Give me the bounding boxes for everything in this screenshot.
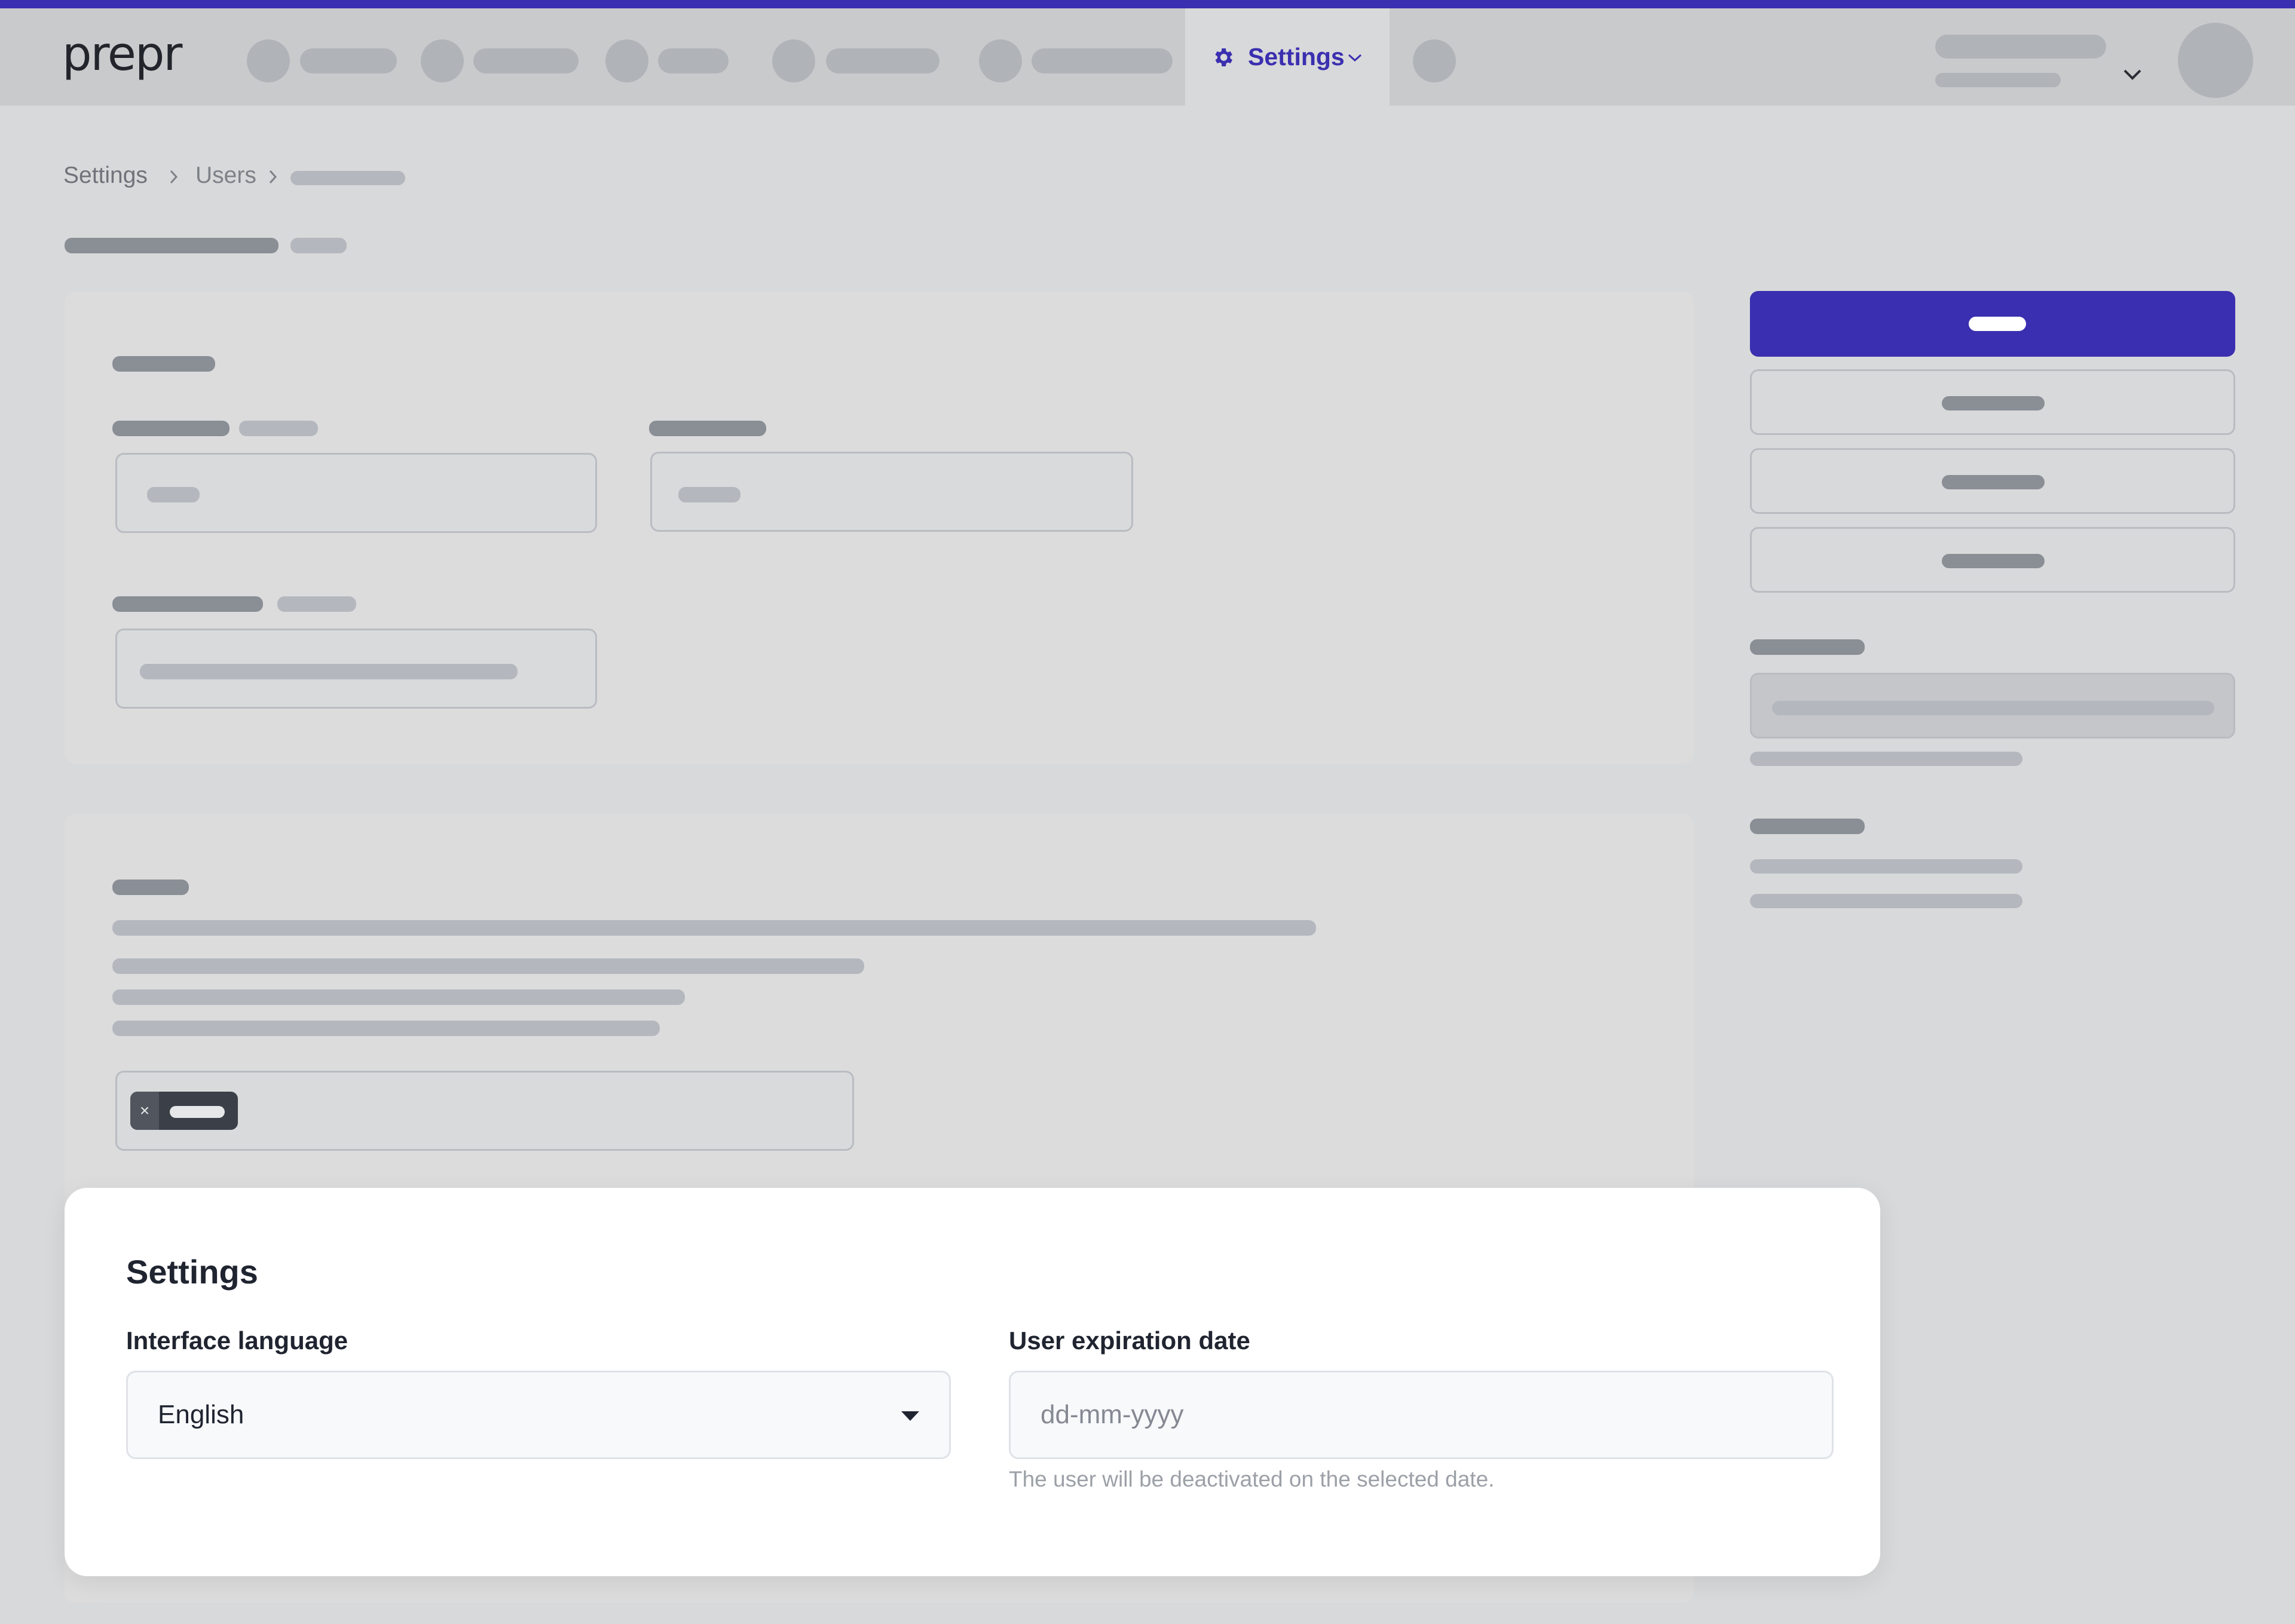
sidebar-info-line-placeholder <box>1750 859 2022 874</box>
chevron-down-icon <box>1348 54 1362 62</box>
sidebar-section-heading-placeholder <box>1750 639 1865 655</box>
user-expiration-date-input[interactable] <box>1011 1372 1832 1457</box>
nav-item-label-placeholder <box>826 48 940 73</box>
description-line-placeholder <box>112 920 1316 936</box>
breadcrumb-item-users[interactable]: Users <box>195 163 256 189</box>
nav-tab-settings-label: Settings <box>1248 43 1345 71</box>
user-name-placeholder <box>1935 35 2106 59</box>
interface-language-select[interactable]: English <box>126 1371 951 1459</box>
sidebar-hint-placeholder <box>1750 752 2022 766</box>
remove-tag-icon[interactable]: × <box>130 1092 159 1130</box>
button-label-placeholder <box>1942 396 2045 410</box>
settings-modal: Settings Interface language English User… <box>65 1188 1880 1576</box>
avatar[interactable] <box>2178 23 2253 98</box>
nav-item-label-placeholder <box>300 48 397 73</box>
chevron-right-icon <box>269 170 277 184</box>
card-heading-placeholder <box>112 880 189 895</box>
card-heading-placeholder <box>112 356 215 372</box>
page-subtitle-placeholder <box>290 238 347 253</box>
secondary-action-button[interactable] <box>1750 369 2235 435</box>
button-label-placeholder <box>1969 317 2026 331</box>
role-tag: × <box>130 1092 238 1130</box>
gear-icon <box>1215 48 1232 66</box>
role-tag-label-placeholder <box>170 1106 225 1118</box>
caret-down-icon <box>901 1411 919 1421</box>
description-line-placeholder <box>112 958 864 974</box>
field-value-placeholder <box>678 487 740 502</box>
nav-item-icon <box>772 39 815 82</box>
chevron-down-icon[interactable] <box>2122 67 2143 82</box>
nav-item-label-placeholder <box>658 48 729 73</box>
save-button[interactable] <box>1750 291 2235 357</box>
interface-language-label: Interface language <box>126 1326 348 1355</box>
nav-item-icon <box>979 39 1022 82</box>
field-label-placeholder <box>112 596 263 612</box>
user-expiration-date-field[interactable] <box>1009 1371 1834 1459</box>
sidebar-info-line-placeholder <box>1750 894 2022 908</box>
first-name-field[interactable] <box>115 453 597 533</box>
interface-language-value: English <box>158 1400 244 1429</box>
description-line-placeholder <box>112 1021 660 1036</box>
modal-title: Settings <box>126 1253 258 1291</box>
chevron-right-icon <box>170 170 178 184</box>
nav-item-icon <box>247 39 290 82</box>
sidebar-readonly-field <box>1750 673 2235 739</box>
page-title-placeholder <box>65 238 279 253</box>
email-field[interactable] <box>115 629 597 709</box>
nav-item-label-placeholder <box>1032 48 1173 73</box>
user-role-placeholder <box>1935 73 2061 87</box>
field-label-placeholder <box>112 421 230 436</box>
top-accent-line <box>0 0 2295 8</box>
app-logo[interactable]: prepr <box>62 27 182 81</box>
secondary-action-button[interactable] <box>1750 527 2235 593</box>
field-value-placeholder <box>140 664 518 679</box>
button-label-placeholder <box>1942 554 2045 568</box>
breadcrumb-current-placeholder <box>290 171 405 185</box>
description-line-placeholder <box>112 989 685 1005</box>
last-name-field[interactable] <box>650 452 1133 532</box>
user-expiration-date-help: The user will be deactivated on the sele… <box>1009 1467 1495 1491</box>
field-hint-placeholder <box>277 596 356 612</box>
nav-extra-icon[interactable] <box>1413 39 1456 82</box>
field-label-placeholder <box>649 421 766 436</box>
field-value-placeholder <box>1772 701 2214 715</box>
user-details-card <box>65 292 1694 764</box>
roles-select[interactable]: × <box>115 1071 854 1151</box>
field-hint-placeholder <box>239 421 318 436</box>
user-expiration-date-label: User expiration date <box>1009 1326 1250 1355</box>
nav-item-label-placeholder <box>473 48 579 73</box>
sidebar-section-heading-placeholder <box>1750 819 1865 834</box>
nav-item-icon <box>421 39 464 82</box>
button-label-placeholder <box>1942 475 2045 489</box>
nav-item-icon <box>605 39 648 82</box>
field-value-placeholder <box>147 487 200 502</box>
secondary-action-button[interactable] <box>1750 448 2235 514</box>
breadcrumb-item-settings[interactable]: Settings <box>63 163 148 189</box>
